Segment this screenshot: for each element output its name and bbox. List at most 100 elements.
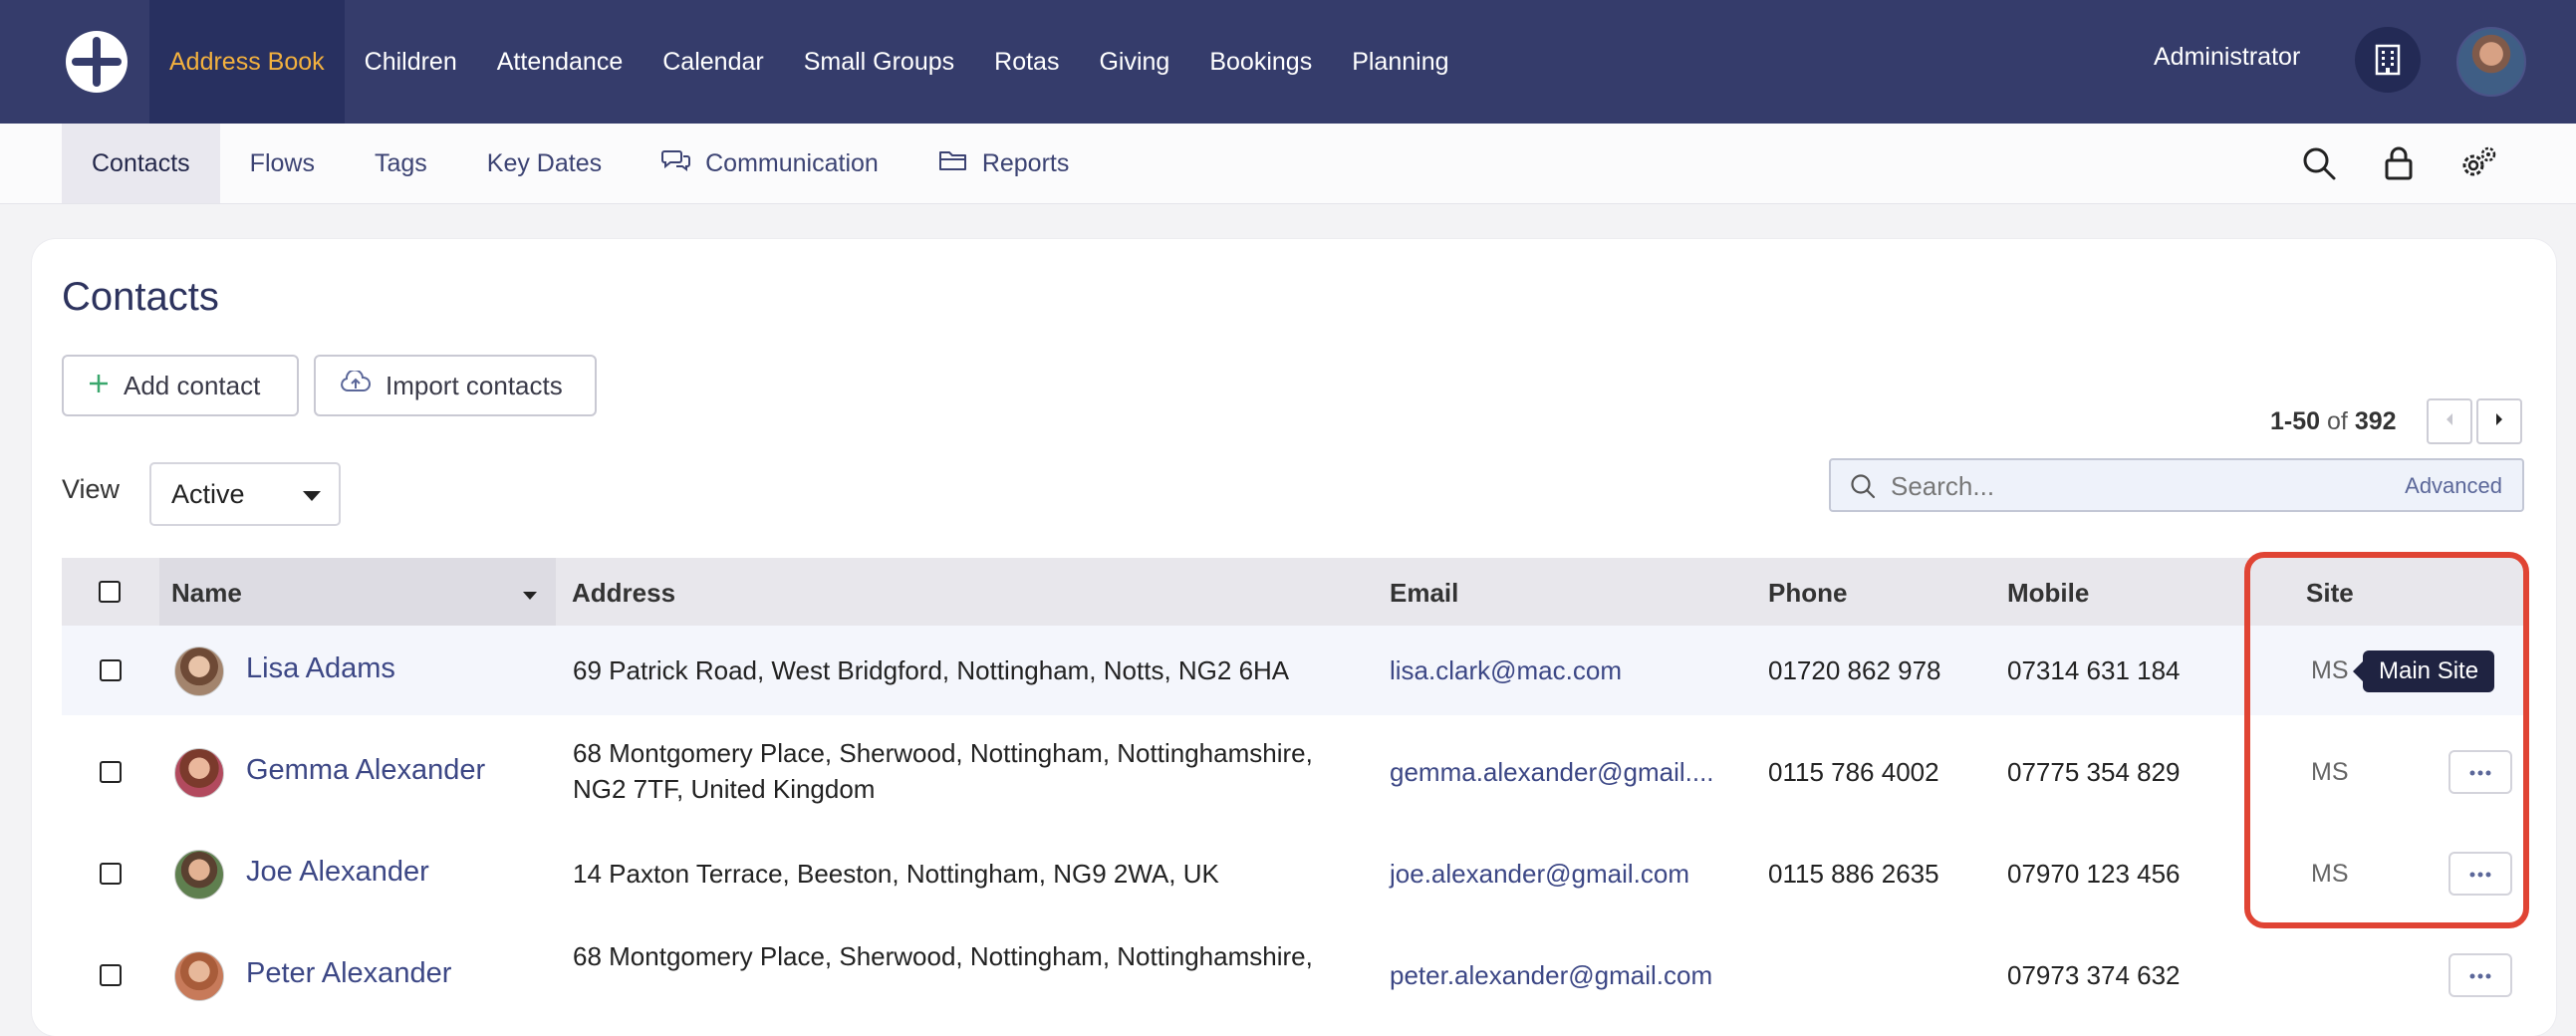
tab-communication-label: Communication — [705, 148, 879, 177]
select-all-checkbox[interactable] — [99, 581, 121, 603]
caret-left-icon — [2445, 412, 2454, 431]
caret-right-icon — [2494, 412, 2504, 431]
app-logo-icon[interactable] — [64, 29, 129, 95]
pager-total: 392 — [2354, 407, 2397, 435]
next-page-button[interactable] — [2476, 398, 2522, 444]
row-actions-button[interactable] — [2448, 750, 2512, 794]
settings-icon[interactable] — [2458, 145, 2496, 181]
table-row[interactable]: Peter Alexander 68 Montgomery Place, She… — [62, 918, 2524, 1001]
administrator-link[interactable]: Administrator — [2154, 43, 2300, 72]
row-checkbox[interactable] — [100, 659, 122, 681]
contact-name-link[interactable]: Joe Alexander — [246, 854, 429, 890]
lock-icon[interactable] — [2381, 145, 2417, 181]
address-cell: 68 Montgomery Place, Sherwood, Nottingha… — [573, 941, 1313, 971]
address-cell: 68 Montgomery Place, Sherwood, Nottingha… — [573, 738, 1313, 768]
top-navigation-bar: Address Book Children Attendance Calenda… — [0, 0, 2576, 124]
mobile-cell: 07775 354 829 — [2007, 757, 2181, 787]
avatar — [174, 850, 224, 900]
folder-icon — [938, 148, 968, 179]
row-checkbox[interactable] — [100, 761, 122, 783]
main-menu: Address Book Children Attendance Calenda… — [149, 0, 1469, 124]
table-row[interactable]: Joe Alexander 14 Paxton Terrace, Beeston… — [62, 829, 2524, 919]
more-dots-icon — [2469, 865, 2491, 883]
address-column-header[interactable]: Address — [572, 578, 675, 609]
view-select[interactable]: Active — [149, 462, 341, 526]
nav-bookings[interactable]: Bookings — [1189, 0, 1332, 124]
view-label: View — [62, 474, 121, 504]
import-contacts-label: Import contacts — [386, 370, 563, 400]
row-checkbox[interactable] — [100, 863, 122, 885]
address-cell-line2: NG2 7TF, United Kingdom — [573, 774, 876, 804]
table-row[interactable]: Gemma Alexander 68 Montgomery Place, She… — [62, 715, 2524, 830]
building-icon[interactable] — [2355, 27, 2421, 93]
phone-cell: 0115 786 4002 — [1768, 757, 1939, 787]
tab-contacts[interactable]: Contacts — [62, 124, 220, 203]
more-dots-icon — [2469, 763, 2491, 781]
search-icon — [1849, 472, 1877, 505]
table-header: Name Address Email Phone Mobile Site — [62, 558, 2524, 626]
advanced-search-link[interactable]: Advanced — [2405, 473, 2502, 499]
chat-icon — [661, 147, 691, 180]
phone-cell: 0115 886 2635 — [1768, 859, 1939, 889]
tab-key-dates-label: Key Dates — [486, 148, 603, 177]
search-box: Advanced — [1829, 458, 2524, 512]
nav-planning[interactable]: Planning — [1332, 0, 1468, 124]
tab-contacts-label: Contacts — [92, 148, 190, 177]
name-column-label: Name — [171, 578, 242, 608]
subnav-tabs: Contacts Flows Tags Key Dates Communicat… — [62, 124, 1099, 203]
row-checkbox[interactable] — [100, 964, 122, 986]
nav-attendance[interactable]: Attendance — [477, 0, 644, 124]
nav-calendar[interactable]: Calendar — [643, 0, 783, 124]
add-contact-button[interactable]: Add contact — [62, 355, 299, 416]
contact-name-link[interactable]: Lisa Adams — [246, 650, 395, 686]
email-link[interactable]: peter.alexander@gmail.com — [1390, 957, 1712, 993]
tab-key-dates[interactable]: Key Dates — [457, 124, 632, 203]
search-input[interactable] — [1889, 468, 2391, 504]
sort-desc-icon — [522, 588, 538, 606]
more-dots-icon — [2469, 966, 2491, 984]
search-icon[interactable] — [2301, 145, 2337, 181]
plus-icon — [88, 371, 110, 401]
email-link[interactable]: lisa.clark@mac.com — [1390, 652, 1622, 688]
previous-page-button[interactable] — [2427, 398, 2472, 444]
user-avatar[interactable] — [2456, 27, 2526, 97]
tab-tags[interactable]: Tags — [345, 124, 457, 203]
site-cell: MS — [2311, 656, 2349, 684]
sub-navigation-bar: Contacts Flows Tags Key Dates Communicat… — [0, 124, 2576, 204]
avatar — [174, 647, 224, 696]
contact-name-link[interactable]: Peter Alexander — [246, 955, 451, 991]
page-title: Contacts — [62, 275, 219, 319]
view-select-value: Active — [171, 478, 245, 509]
email-link[interactable]: joe.alexander@gmail.com — [1390, 856, 1689, 892]
mobile-column-header[interactable]: Mobile — [2007, 578, 2089, 609]
avatar — [174, 951, 224, 1001]
phone-column-header[interactable]: Phone — [1768, 578, 1847, 609]
mobile-cell: 07970 123 456 — [2007, 859, 2181, 889]
nav-children[interactable]: Children — [345, 0, 477, 124]
nav-rotas[interactable]: Rotas — [974, 0, 1079, 124]
site-cell: MS — [2311, 860, 2349, 888]
nav-small-groups[interactable]: Small Groups — [784, 0, 974, 124]
address-cell: 69 Patrick Road, West Bridgford, Notting… — [573, 655, 1290, 685]
nav-address-book[interactable]: Address Book — [149, 0, 345, 124]
phone-cell: 01720 862 978 — [1768, 655, 1941, 685]
row-actions-button[interactable] — [2448, 953, 2512, 997]
site-column-header[interactable]: Site — [2306, 578, 2354, 609]
cloud-upload-icon — [340, 369, 372, 401]
import-contacts-button[interactable]: Import contacts — [314, 355, 597, 416]
tab-communication[interactable]: Communication — [632, 124, 908, 203]
email-column-header[interactable]: Email — [1390, 578, 1458, 609]
row-actions-button[interactable] — [2448, 852, 2512, 896]
pager-of: of — [2327, 407, 2348, 435]
email-link[interactable]: gemma.alexander@gmail.... — [1390, 754, 1714, 790]
tab-reports[interactable]: Reports — [908, 124, 1100, 203]
tab-flows[interactable]: Flows — [220, 124, 345, 203]
contact-name-link[interactable]: Gemma Alexander — [246, 752, 485, 788]
site-tooltip: Main Site — [2352, 650, 2495, 692]
tab-flows-label: Flows — [249, 148, 315, 177]
tab-reports-label: Reports — [981, 148, 1070, 177]
nav-giving[interactable]: Giving — [1079, 0, 1189, 124]
name-column-header[interactable]: Name — [159, 558, 556, 626]
site-cell: MS — [2311, 758, 2349, 786]
table-row[interactable]: Lisa Adams 69 Patrick Road, West Bridgfo… — [62, 626, 2524, 716]
